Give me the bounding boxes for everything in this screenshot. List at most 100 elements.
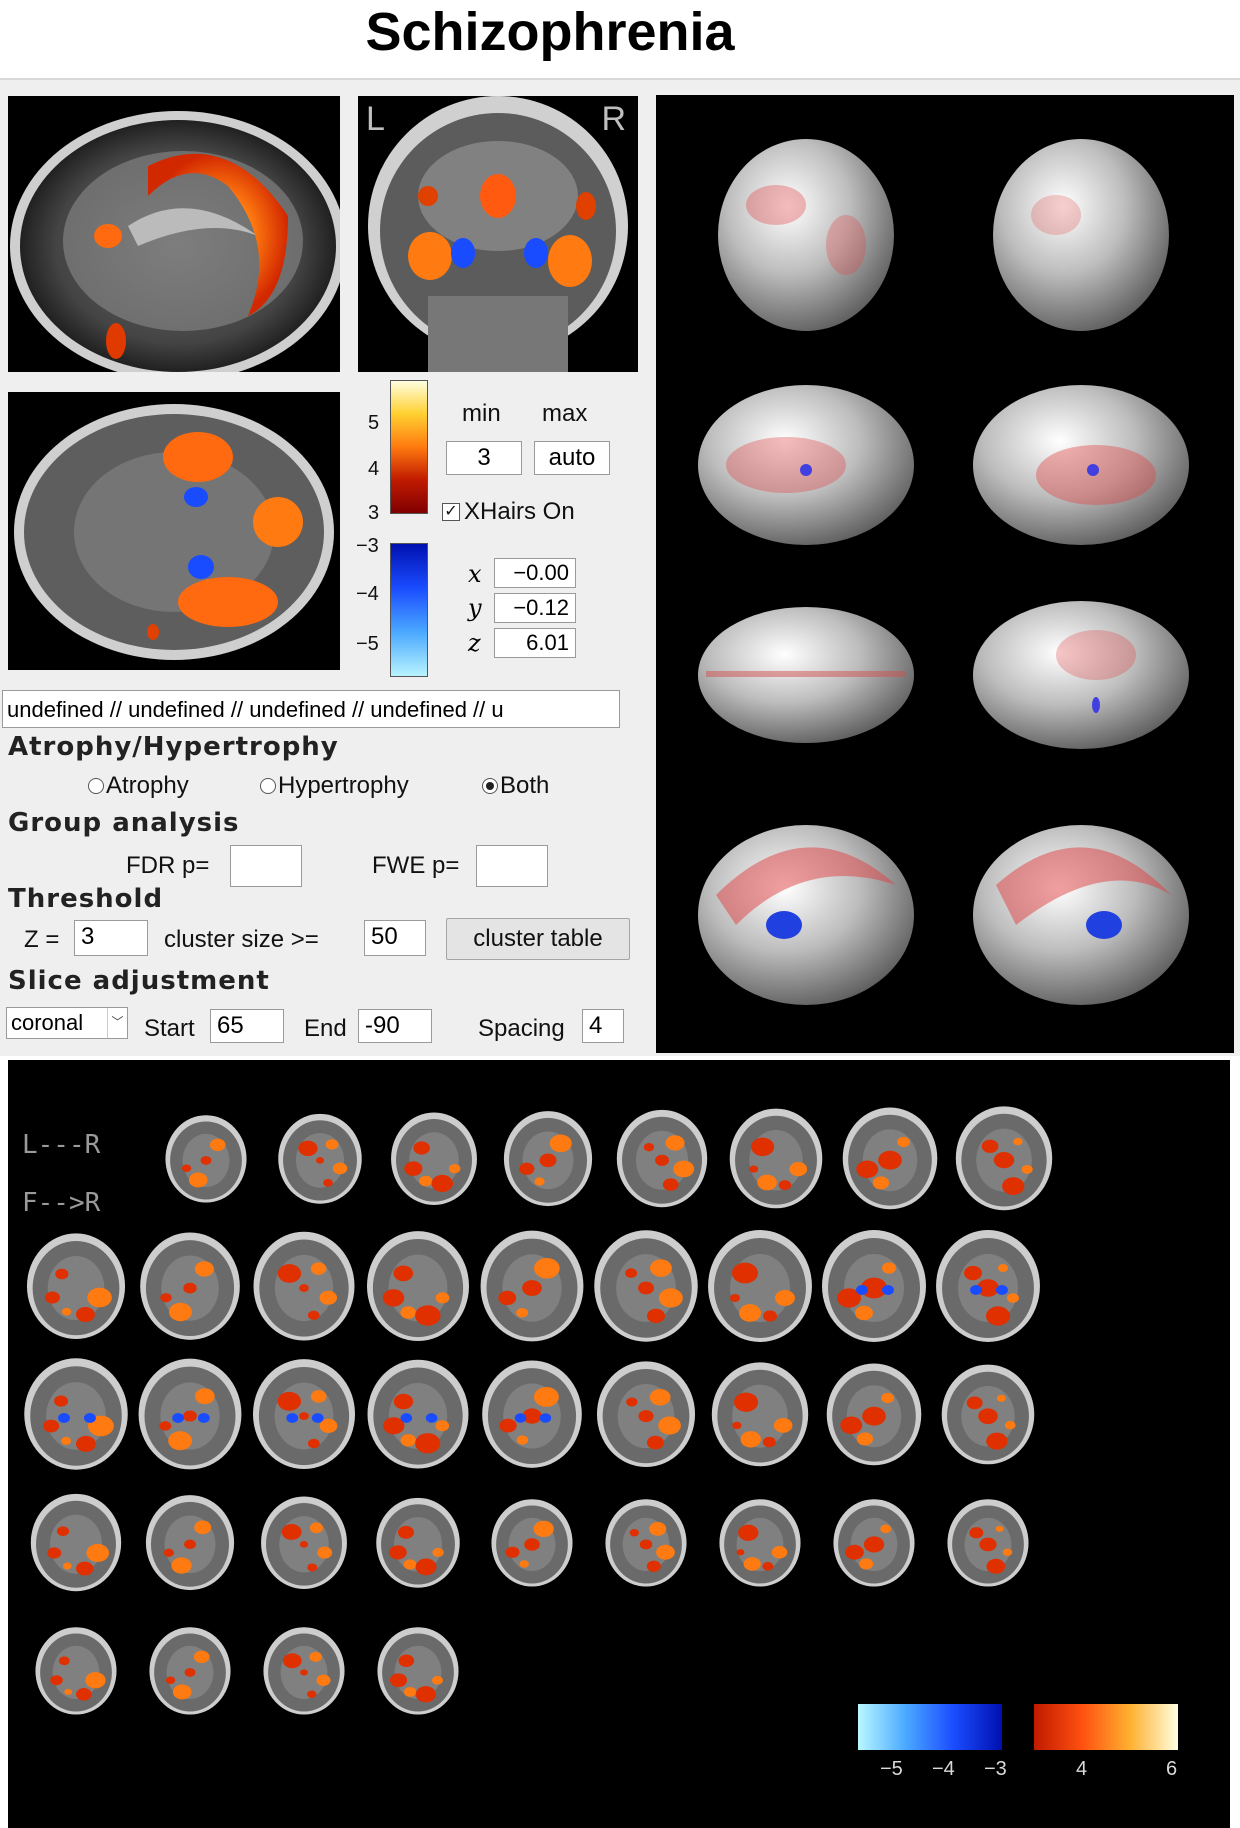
coronal-slice-thumbnail[interactable] (130, 1484, 250, 1604)
negative-colorbar (390, 543, 428, 677)
coronal-slice-thumbnail[interactable] (130, 1612, 250, 1732)
orientation-value: coronal (11, 1010, 84, 1035)
coronal-slice-thumbnail[interactable] (716, 1100, 836, 1220)
coronal-slice-thumbnail[interactable] (260, 1100, 380, 1220)
coronal-slice-thumbnail[interactable] (16, 1356, 136, 1476)
coronal-slice-thumbnail[interactable] (244, 1356, 364, 1476)
y-coord-input[interactable]: −0.12 (494, 593, 576, 623)
spacing-label: Spacing (478, 1015, 565, 1042)
positive-colorbar (390, 380, 428, 514)
surface-render-panel (656, 95, 1234, 1053)
coronal-slice-thumbnail[interactable] (586, 1228, 706, 1348)
fdr-label: FDR p= (126, 852, 210, 879)
z-threshold-input[interactable]: 3 (74, 920, 148, 956)
surface-medial-left (698, 825, 914, 1005)
coronal-slice-thumbnail[interactable] (602, 1100, 722, 1220)
threshold-heading: Threshold (8, 884, 164, 914)
orientation-select[interactable]: coronal ﹀ (6, 1007, 128, 1039)
z-coord-input[interactable]: 6.01 (494, 628, 576, 658)
slice-adjustment-heading: Slice adjustment (8, 966, 270, 996)
radio-atrophy-icon[interactable] (88, 778, 104, 794)
xhairs-checkbox[interactable]: ✓ XHairs On (442, 498, 575, 526)
coronal-slice-thumbnail[interactable] (814, 1228, 934, 1348)
xhairs-check-icon[interactable]: ✓ (442, 503, 460, 521)
radio-atrophy[interactable]: Atrophy (88, 772, 189, 800)
coronal-view[interactable]: L R (358, 96, 638, 372)
coronal-slice-thumbnail[interactable] (928, 1484, 1048, 1604)
radio-hypertrophy-label: Hypertrophy (278, 772, 409, 799)
negative-tick: −3 (356, 535, 379, 557)
cluster-table-button[interactable]: cluster table (446, 918, 630, 960)
chevron-down-icon[interactable]: ﹀ (107, 1008, 127, 1038)
surface-renders (698, 139, 1189, 1005)
surface-front (718, 139, 894, 331)
coronal-slice-thumbnail[interactable] (472, 1228, 592, 1348)
surface-bottom (973, 601, 1189, 749)
coronal-slice-thumbnail[interactable] (130, 1356, 250, 1476)
coronal-slice-thumbnail[interactable] (16, 1484, 136, 1604)
axial-image (14, 404, 334, 660)
coronal-slice-thumbnail[interactable] (700, 1356, 820, 1476)
negative-legend-bar (858, 1704, 1002, 1750)
end-label: End (304, 1015, 347, 1042)
min-input[interactable]: 3 (446, 441, 522, 475)
x-coord-input[interactable]: −0.00 (494, 558, 576, 588)
radio-hypertrophy[interactable]: Hypertrophy (260, 772, 409, 800)
cluster-size-label: cluster size >= (164, 926, 319, 953)
radio-both[interactable]: Both (482, 772, 549, 800)
coronal-slice-thumbnail[interactable] (928, 1356, 1048, 1476)
coronal-image (368, 96, 628, 372)
coronal-slice-thumbnail[interactable] (374, 1100, 494, 1220)
coronal-slice-thumbnail[interactable] (244, 1228, 364, 1348)
coronal-slice-thumbnail[interactable] (814, 1484, 934, 1604)
legend-tick: −3 (984, 1758, 1007, 1780)
coronal-slice-thumbnail[interactable] (700, 1228, 820, 1348)
surface-top (698, 607, 914, 743)
coronal-slice-thumbnail[interactable] (472, 1484, 592, 1604)
radio-both-icon[interactable] (482, 778, 498, 794)
coronal-slice-thumbnail[interactable] (358, 1228, 478, 1348)
radio-both-label: Both (500, 772, 550, 799)
axial-view[interactable] (8, 392, 340, 670)
start-input[interactable]: 65 (210, 1009, 284, 1043)
coronal-slice-thumbnail[interactable] (358, 1484, 478, 1604)
location-text-field[interactable]: undefined // undefined // undefined // u… (2, 690, 620, 728)
fwe-input[interactable] (476, 845, 548, 887)
coronal-slice-thumbnail[interactable] (700, 1484, 820, 1604)
sagittal-image (10, 111, 340, 372)
coronal-slice-thumbnail[interactable] (16, 1228, 136, 1348)
surface-right (973, 385, 1189, 545)
positive-tick: 3 (368, 502, 380, 524)
coronal-slice-thumbnail[interactable] (244, 1484, 364, 1604)
radio-atrophy-label: Atrophy (106, 772, 189, 799)
surface-left (698, 385, 914, 545)
coronal-slice-thumbnail[interactable] (586, 1484, 706, 1604)
legend-tick: −4 (932, 1758, 955, 1780)
coronal-slice-thumbnail[interactable] (244, 1612, 364, 1732)
coronal-slice-thumbnail[interactable] (928, 1228, 1048, 1348)
coronal-slice-thumbnail[interactable] (944, 1100, 1064, 1220)
coronal-slice-thumbnail[interactable] (472, 1356, 592, 1476)
radio-hypertrophy-icon[interactable] (260, 778, 276, 794)
coronal-slice-thumbnail[interactable] (488, 1100, 608, 1220)
spacing-input[interactable]: 4 (582, 1009, 624, 1043)
coronal-slice-thumbnail[interactable] (586, 1356, 706, 1476)
sagittal-view[interactable] (8, 96, 340, 372)
lr-orientation-hint: L---R (22, 1130, 101, 1160)
min-label: min (462, 400, 501, 427)
coronal-slice-thumbnail[interactable] (146, 1100, 266, 1220)
slice-mosaic[interactable]: L---R F-->R −5 −4 −3 4 6 (8, 1060, 1230, 1828)
start-label: Start (144, 1015, 195, 1042)
coronal-slice-thumbnail[interactable] (814, 1356, 934, 1476)
end-input[interactable]: -90 (358, 1009, 432, 1043)
coronal-slice-thumbnail[interactable] (130, 1228, 250, 1348)
coronal-slice-thumbnail[interactable] (358, 1612, 478, 1732)
coronal-slice-thumbnail[interactable] (16, 1612, 136, 1732)
max-input[interactable]: auto (534, 441, 610, 475)
fdr-input[interactable] (230, 845, 302, 887)
legend-tick: 6 (1166, 1758, 1178, 1780)
coronal-slice-thumbnail[interactable] (358, 1356, 478, 1476)
cluster-size-input[interactable]: 50 (364, 920, 426, 956)
fr-orientation-hint: F-->R (22, 1188, 101, 1218)
coronal-slice-thumbnail[interactable] (830, 1100, 950, 1220)
